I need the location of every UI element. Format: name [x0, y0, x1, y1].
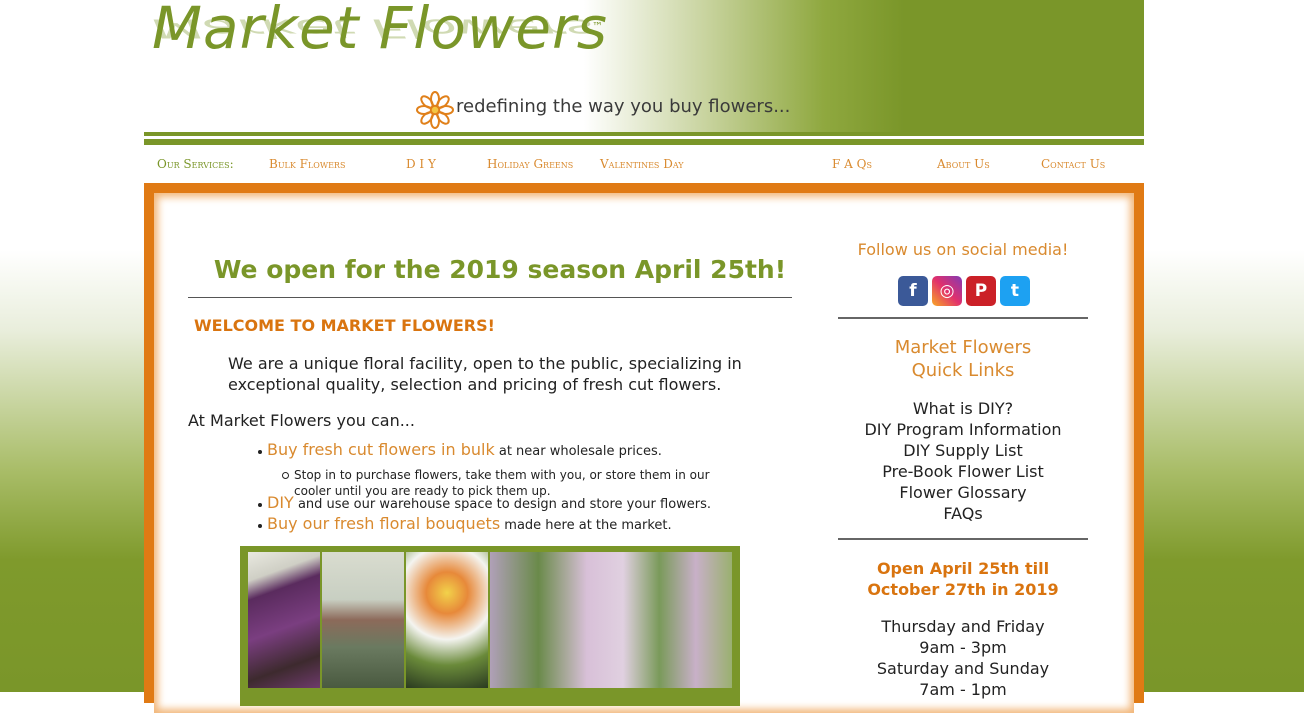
hours-time-1: 9am - 3pm: [919, 638, 1007, 657]
photo-purple-flowers: [248, 552, 320, 688]
store-hours: Thursday and Friday 9am - 3pm Saturday a…: [838, 616, 1088, 700]
quick-link-flower-glossary[interactable]: Flower Glossary: [838, 482, 1088, 503]
nav-bulk-flowers[interactable]: Bulk Flowers: [269, 157, 345, 171]
sidebar-divider: [838, 538, 1088, 540]
photo-flower-market: [490, 552, 732, 688]
sub-bullet: [282, 472, 289, 479]
content-frame: We open for the 2019 season April 25th! …: [144, 183, 1144, 713]
nav-valentines-day[interactable]: Valentines Day: [600, 157, 684, 171]
bullet: [258, 502, 262, 507]
intro-paragraph: We are a unique floral facility, open to…: [228, 354, 742, 394]
facebook-icon[interactable]: f: [898, 276, 928, 306]
open-dates-line2: October 27th in 2019: [867, 580, 1059, 599]
content-area: We open for the 2019 season April 25th! …: [154, 193, 1134, 713]
can-do-text: At Market Flowers you can...: [188, 411, 415, 430]
flower-icon: [416, 91, 454, 129]
diy-link[interactable]: DIY: [267, 493, 294, 512]
quick-links-title: Market Flowers Quick Links: [838, 336, 1088, 382]
quick-link-what-is-diy[interactable]: What is DIY?: [838, 398, 1088, 419]
quick-link-diy-program[interactable]: DIY Program Information: [838, 419, 1088, 440]
site-header: Market Flowers Market Flowers ™ redefini…: [144, 0, 1144, 132]
nav-holiday-greens[interactable]: Holiday Greens: [487, 157, 573, 171]
follow-heading: Follow us on social media!: [857, 240, 1069, 259]
quick-link-pre-book-list[interactable]: Pre-Book Flower List: [838, 461, 1088, 482]
quick-links-title-line2: Quick Links: [911, 360, 1015, 381]
logo-reflection: Market Flowers: [152, 13, 595, 44]
bulk-flowers-link[interactable]: Buy fresh cut flowers in bulk: [267, 440, 495, 459]
header-divider: [144, 132, 1144, 136]
tagline: redefining the way you buy flowers...: [456, 96, 791, 117]
quick-links-title-line1: Market Flowers: [894, 337, 1032, 358]
bullet-text: and use our warehouse space to design an…: [293, 497, 712, 512]
nav-label: Our Services:: [157, 157, 234, 171]
list-item: Buy our fresh floral bouquets made here …: [258, 514, 672, 533]
open-dates: Open April 25th till October 27th in 201…: [838, 558, 1088, 600]
services-nav: Our Services: Bulk Flowers D I Y Holiday…: [144, 145, 1144, 183]
pinterest-icon[interactable]: P: [966, 276, 996, 306]
quick-link-faqs[interactable]: FAQs: [838, 503, 1088, 524]
bullet-text: at near wholesale prices.: [494, 444, 662, 459]
nav-about-us[interactable]: About Us: [937, 157, 990, 171]
trademark-symbol: ™: [592, 20, 603, 33]
bullet: [258, 523, 262, 528]
quick-link-diy-supply-list[interactable]: DIY Supply List: [838, 440, 1088, 461]
quick-links-list: What is DIY? DIY Program Information DIY…: [838, 398, 1088, 524]
list-item: Buy fresh cut flowers in bulk at near wh…: [258, 440, 662, 459]
instagram-icon[interactable]: ◎: [932, 276, 962, 306]
page: Market Flowers Market Flowers ™ redefini…: [144, 0, 1144, 713]
nav-faqs[interactable]: F A Qs: [832, 157, 872, 171]
flowers-photo-collage: [240, 546, 740, 706]
photo-bouquet: [406, 552, 488, 688]
hours-time-2: 7am - 1pm: [919, 680, 1007, 699]
sidebar-divider: [838, 317, 1088, 319]
twitter-icon[interactable]: t: [1000, 276, 1030, 306]
welcome-heading: WELCOME TO MARKET FLOWERS!: [194, 316, 495, 335]
hours-days-2: Saturday and Sunday: [876, 659, 1050, 678]
bouquets-link[interactable]: Buy our fresh floral bouquets: [267, 514, 500, 533]
open-dates-line1: Open April 25th till: [876, 559, 1050, 578]
hours-days-1: Thursday and Friday: [881, 617, 1045, 636]
nav-contact-us[interactable]: Contact Us: [1041, 157, 1105, 171]
bullet: [258, 449, 262, 454]
heading-divider: [188, 297, 792, 298]
nav-diy[interactable]: D I Y: [406, 157, 436, 171]
season-heading: We open for the 2019 season April 25th!: [213, 255, 787, 284]
list-item: DIY and use our warehouse space to desig…: [258, 493, 711, 512]
photo-people-designing: [322, 552, 404, 688]
bullet-text: made here at the market.: [500, 518, 672, 533]
